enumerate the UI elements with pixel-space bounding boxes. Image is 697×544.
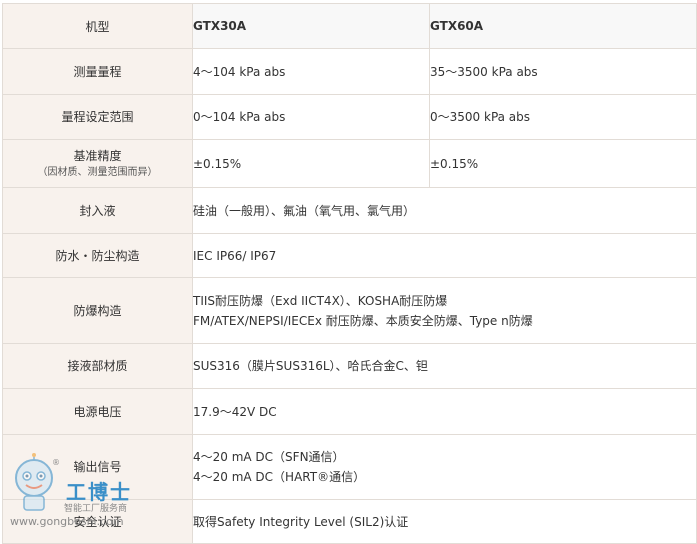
cell-accuracy-gtx30a: ±0.15% [192, 139, 430, 188]
table-row: 安全认证 取得Safety Integrity Level (SIL2)认证 [2, 499, 697, 544]
cell-range-gtx30a: 4～104 kPa abs [192, 48, 430, 95]
accuracy-sublabel: （因材质、测量范围而异） [37, 166, 158, 178]
accuracy-label: 基准精度 [73, 148, 122, 163]
cell-setting-gtx30a: 0～104 kPa abs [192, 94, 430, 140]
output-line-2: 4～20 mA DC（HART®通信） [193, 470, 366, 484]
table-row: 电源电压 17.9～42V DC [2, 388, 697, 435]
cell-setting-gtx60a: 0～3500 kPa abs [429, 94, 697, 140]
table-row: 测量量程 4～104 kPa abs 35～3500 kPa abs [2, 48, 697, 95]
cell-waterproof: IEC IP66/ IP67 [192, 233, 697, 278]
cell-range-gtx60a: 35～3500 kPa abs [429, 48, 697, 95]
cell-accuracy-gtx60a: ±0.15% [429, 139, 697, 188]
cell-output-signal: 4～20 mA DC（SFN通信） 4～20 mA DC（HART®通信） [192, 434, 697, 500]
row-label-fill-liquid: 封入液 [2, 187, 193, 234]
header-model-gtx30a: GTX30A [192, 3, 430, 49]
table-row: 防爆构造 TIIS耐压防爆（Exd IICT4X）、KOSHA耐压防爆 FM/A… [2, 277, 697, 344]
row-label-waterproof: 防水・防尘构造 [2, 233, 193, 278]
row-label-measure-range: 测量量程 [2, 48, 193, 95]
cell-explosion-proof: TIIS耐压防爆（Exd IICT4X）、KOSHA耐压防爆 FM/ATEX/N… [192, 277, 697, 344]
table-row: 基准精度 （因材质、测量范围而异） ±0.15% ±0.15% [2, 139, 697, 188]
output-line-1: 4～20 mA DC（SFN通信） [193, 450, 345, 464]
cell-wetted-material: SUS316（膜片SUS316L）、哈氏合金C、钽 [192, 343, 697, 389]
table-row: 量程设定范围 0～104 kPa abs 0～3500 kPa abs [2, 94, 697, 140]
cell-power-supply: 17.9～42V DC [192, 388, 697, 435]
cell-safety-cert: 取得Safety Integrity Level (SIL2)认证 [192, 499, 697, 544]
row-label-wetted-material: 接液部材质 [2, 343, 193, 389]
explosion-line-1: TIIS耐压防爆（Exd IICT4X）、KOSHA耐压防爆 [193, 293, 448, 308]
header-model-gtx60a: GTX60A [429, 3, 697, 49]
row-label-safety-cert: 安全认证 [2, 499, 193, 544]
table-row: 接液部材质 SUS316（膜片SUS316L）、哈氏合金C、钽 [2, 343, 697, 389]
table-row: 输出信号 4～20 mA DC（SFN通信） 4～20 mA DC（HART®通… [2, 434, 697, 500]
row-label-accuracy: 基准精度 （因材质、测量范围而异） [2, 139, 193, 188]
cell-fill-liquid: 硅油（一般用）、氟油（氧气用、氯气用） [192, 187, 697, 234]
header-label-model: 机型 [2, 3, 193, 49]
row-label-power-supply: 电源电压 [2, 388, 193, 435]
table-header-row: 机型 GTX30A GTX60A [2, 3, 697, 49]
explosion-line-2: FM/ATEX/NEPSI/IECEx 耐压防爆、本质安全防爆、Type n防爆 [193, 313, 533, 328]
row-label-output-signal: 输出信号 [2, 434, 193, 500]
spec-table: 机型 GTX30A GTX60A 测量量程 4～104 kPa abs 35～3… [2, 3, 697, 544]
row-label-setting-range: 量程设定范围 [2, 94, 193, 140]
table-row: 封入液 硅油（一般用）、氟油（氧气用、氯气用） [2, 187, 697, 234]
row-label-explosion-proof: 防爆构造 [2, 277, 193, 344]
table-row: 防水・防尘构造 IEC IP66/ IP67 [2, 233, 697, 278]
